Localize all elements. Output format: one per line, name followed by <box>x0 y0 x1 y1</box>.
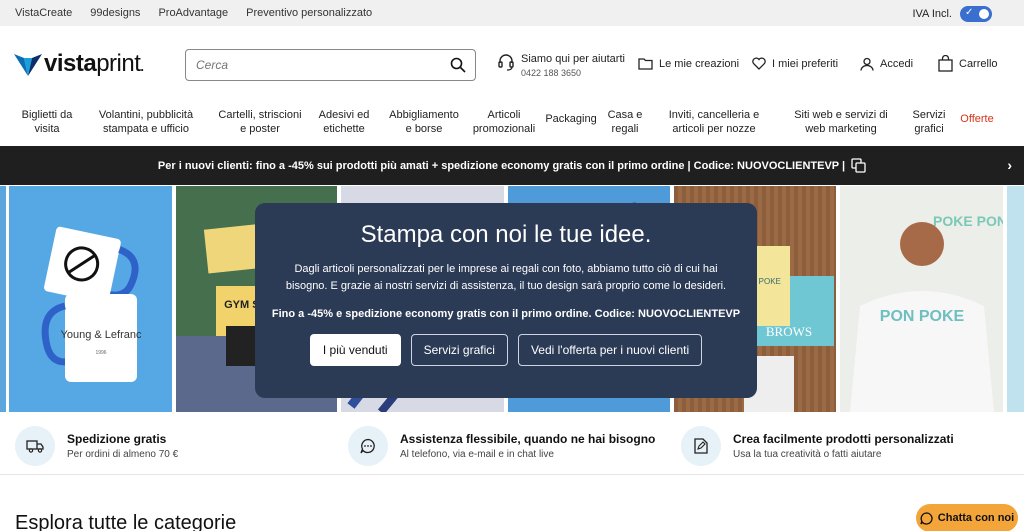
favorites-label: I miei preferiti <box>772 57 839 70</box>
document-edit-icon <box>681 426 721 466</box>
chat-button[interactable]: Chatta con noi <box>916 504 1018 531</box>
truck-icon <box>15 426 55 466</box>
hero-tile-edge <box>0 186 6 412</box>
nav-stickers-labels[interactable]: Adesivi ed etichette <box>316 108 372 136</box>
nav-promo-items[interactable]: Articoli promozionali <box>472 108 536 136</box>
my-creations-link[interactable]: Le mie creazioni <box>638 57 739 70</box>
hero-tile-tshirt: POKE PON PON POKE <box>840 186 1003 412</box>
features-strip: Spedizione gratis Per ordini di almeno 7… <box>0 412 1024 475</box>
help-phone: 0422 188 3650 <box>521 68 582 78</box>
link-99designs[interactable]: 99designs <box>90 7 140 19</box>
cart-bag-icon <box>938 55 953 72</box>
mugs-image: Young & Lefranc 1996 <box>41 226 142 382</box>
logo-print: print <box>96 50 141 77</box>
bg-poke-text: POKE PON <box>933 213 1003 229</box>
hero-tile-edge-right <box>1007 186 1024 412</box>
vat-label: IVA Incl. <box>912 8 952 20</box>
nav-packaging[interactable]: Packaging <box>545 112 597 126</box>
shirt-print-text: PON POKE <box>880 308 965 325</box>
hero-card: Stampa con noi le tue idee. Dagli artico… <box>255 203 757 398</box>
login-label: Accedi <box>880 58 914 70</box>
hero-buttons: I più venduti Servizi grafici Vedi l'off… <box>255 334 757 366</box>
check-icon: ✓ <box>965 7 974 18</box>
nav-business-cards[interactable]: Biglietti da visita <box>14 108 80 136</box>
link-vistacreate[interactable]: VistaCreate <box>15 7 72 19</box>
chat-icon <box>920 511 933 525</box>
nav-design-services[interactable]: Servizi grafici <box>908 108 950 136</box>
mug-brand-text: Young & Lefranc <box>61 329 142 341</box>
feature-custom-products: Crea facilmente prodotti personalizzati … <box>681 426 954 466</box>
bag-brand-text: BROWS <box>766 324 812 339</box>
feature-subtitle: Per ordini di almeno 70 € <box>67 449 179 460</box>
tshirt-person-image: POKE PON PON POKE <box>840 186 1003 412</box>
logo-mark-icon <box>14 54 42 76</box>
heart-icon <box>752 57 766 70</box>
site-header: vistaprint. Siamo qui per aiutarti 0422 … <box>0 26 1024 98</box>
utility-bar: VistaCreate 99designs ProAdvantage Preve… <box>0 0 1024 26</box>
feature-subtitle: Usa la tua creatività o fatti aiutare <box>733 449 882 460</box>
logo-wordmark: vistaprint. <box>44 50 144 78</box>
cart-link[interactable]: Carrello <box>938 55 998 72</box>
design-services-button[interactable]: Servizi grafici <box>410 334 508 366</box>
link-proadvantage[interactable]: ProAdvantage <box>158 7 228 19</box>
search-input[interactable] <box>196 58 436 72</box>
new-customer-offer-button[interactable]: Vedi l'offerta per i nuovi clienti <box>517 334 703 366</box>
chevron-right-icon[interactable]: › <box>1007 157 1012 173</box>
headset-icon <box>498 54 514 71</box>
nav-websites-marketing[interactable]: Siti web e servizi di web marketing <box>784 108 898 136</box>
feature-support: Assistenza flessibile, quando ne hai bis… <box>348 426 655 466</box>
mug-year-text: 1996 <box>95 350 106 356</box>
vat-toggle-group: IVA Incl. ✓ <box>912 6 992 22</box>
promo-text: Per i nuovi clienti: fino a -45% sui pro… <box>157 159 846 172</box>
feature-title: Crea facilmente prodotti personalizzati <box>733 432 954 446</box>
nav-home-gifts[interactable]: Casa e regali <box>606 108 644 136</box>
login-link[interactable]: Accedi <box>860 57 913 71</box>
hero-tile-mugs: Young & Lefranc 1996 <box>9 186 172 412</box>
user-icon <box>860 57 874 71</box>
promo-banner: Per i nuovi clienti: fino a -45% sui pro… <box>0 146 1024 185</box>
bestsellers-button[interactable]: I più venduti <box>309 334 401 366</box>
vistaprint-logo[interactable]: vistaprint. <box>14 50 144 78</box>
chat-bubble-icon <box>348 426 388 466</box>
logo-vista: vista <box>44 50 97 77</box>
hero-title: Stampa con noi le tue idee. <box>360 221 652 248</box>
explore-categories-heading: Esplora tutte le categorie <box>15 512 237 531</box>
feature-title: Spedizione gratis <box>67 432 167 446</box>
favorites-link[interactable]: I miei preferiti <box>752 57 838 70</box>
copy-icon[interactable] <box>851 158 866 173</box>
my-creations-label: Le mie creazioni <box>659 57 740 70</box>
folder-icon <box>638 58 653 70</box>
nav-invitations-wedding[interactable]: Inviti, cancelleria e articoli per nozze <box>652 108 776 136</box>
feature-subtitle: Al telefono, via e-mail e in chat live <box>400 449 554 460</box>
nav-flyers-print-office[interactable]: Volantini, pubblicità stampata e ufficio <box>96 108 196 136</box>
hero-offer: Fino a -45% e spedizione economy gratis … <box>271 308 741 320</box>
hero-description: Dagli articoli personalizzati per le imp… <box>285 263 727 292</box>
cart-label: Carrello <box>959 57 998 70</box>
feature-title: Assistenza flessibile, quando ne hai bis… <box>400 432 656 446</box>
help-title: Siamo qui per aiutarti <box>521 53 625 65</box>
help-contact[interactable]: Siamo qui per aiutarti 0422 188 3650 <box>497 53 625 78</box>
nav-offers[interactable]: Offerte <box>958 112 996 126</box>
search-box <box>185 49 476 81</box>
logo-dot: . <box>140 59 144 74</box>
vat-toggle[interactable]: ✓ <box>960 6 992 22</box>
search-icon[interactable] <box>450 57 466 73</box>
nav-clothing-bags[interactable]: Abbigliamento e borse <box>388 108 460 136</box>
link-custom-quote[interactable]: Preventivo personalizzato <box>246 7 372 19</box>
nav-signs-banners-posters[interactable]: Cartelli, striscioni e poster <box>218 108 302 136</box>
feature-free-shipping: Spedizione gratis Per ordini di almeno 7… <box>15 426 178 466</box>
chat-label: Chatta con noi <box>937 512 1015 524</box>
category-nav: Biglietti da visita Volantini, pubblicit… <box>0 98 1024 146</box>
